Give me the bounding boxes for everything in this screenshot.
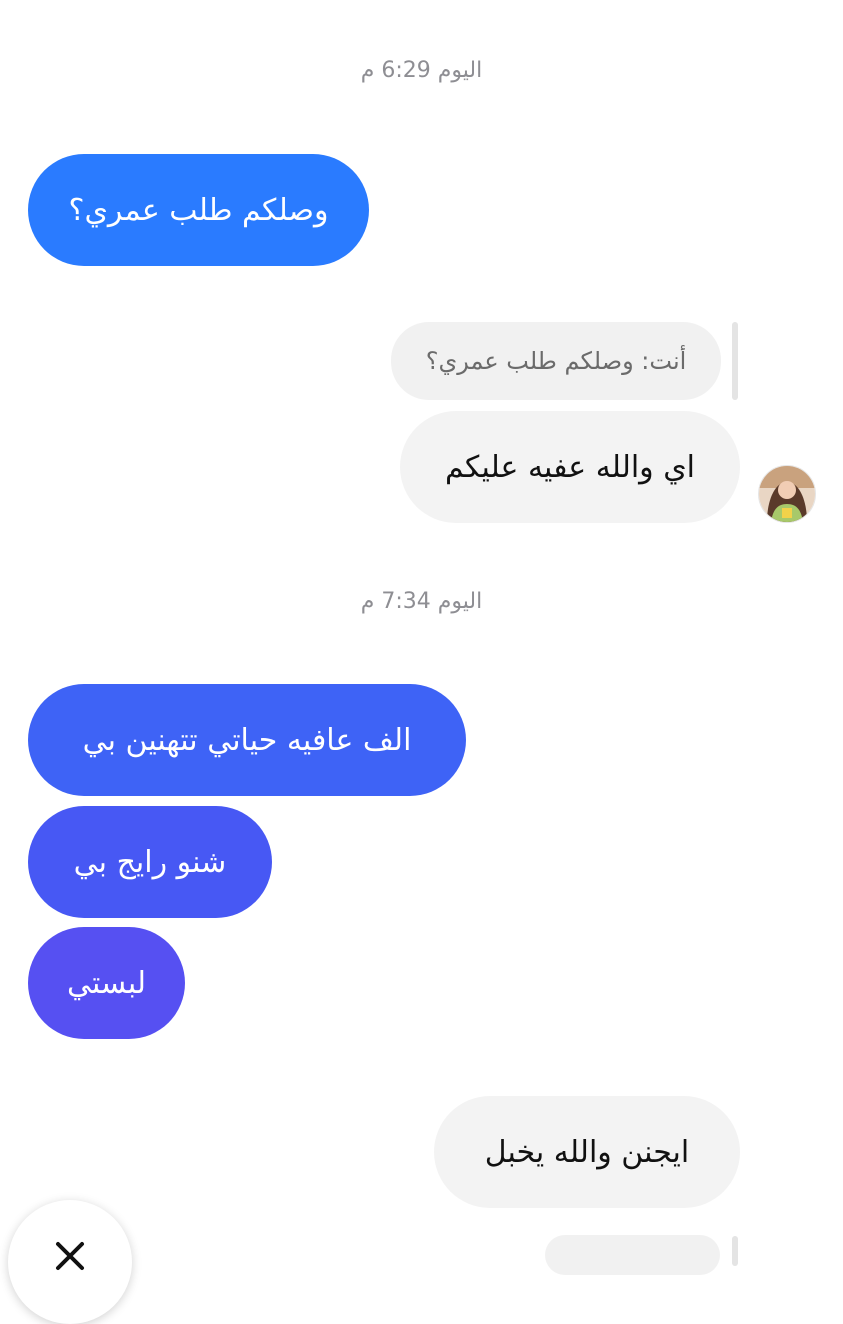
- message-bubble-sent[interactable]: الف عافيه حياتي تتهنين بي: [28, 684, 466, 796]
- avatar-image: [759, 466, 815, 522]
- message-text: ايجنن والله يخبل: [484, 1134, 690, 1170]
- message-text: لبستي: [67, 965, 147, 1001]
- message-text: اي والله عفيه عليكم: [444, 449, 696, 485]
- message-text: وصلكم طلب عمري؟: [68, 192, 329, 228]
- message-text: الف عافيه حياتي تتهنين بي: [82, 722, 412, 758]
- message-text: شنو رايج بي: [73, 844, 227, 880]
- reply-indicator-bar: [732, 1236, 738, 1266]
- message-bubble-sent[interactable]: شنو رايج بي: [28, 806, 272, 918]
- reply-quote[interactable]: أنت: وصلكم طلب عمري؟: [391, 322, 721, 400]
- reply-quote-partial[interactable]: [545, 1235, 720, 1275]
- close-icon: [56, 1242, 84, 1270]
- close-button[interactable]: [8, 1200, 132, 1324]
- message-bubble-sent[interactable]: لبستي: [28, 927, 185, 1039]
- contact-avatar[interactable]: [758, 465, 816, 523]
- timestamp-divider: اليوم 6:29 م: [360, 58, 483, 83]
- chat-thread[interactable]: اليوم 6:29 م وصلكم طلب عمري؟ أنت: وصلكم …: [0, 0, 843, 1324]
- message-bubble-received[interactable]: ايجنن والله يخبل: [434, 1096, 740, 1208]
- message-bubble-received[interactable]: اي والله عفيه عليكم: [400, 411, 740, 523]
- reply-indicator-bar: [732, 322, 738, 400]
- message-bubble-sent[interactable]: وصلكم طلب عمري؟: [28, 154, 369, 266]
- reply-quote-text: أنت: وصلكم طلب عمري؟: [425, 347, 687, 375]
- timestamp-divider: اليوم 7:34 م: [360, 589, 483, 614]
